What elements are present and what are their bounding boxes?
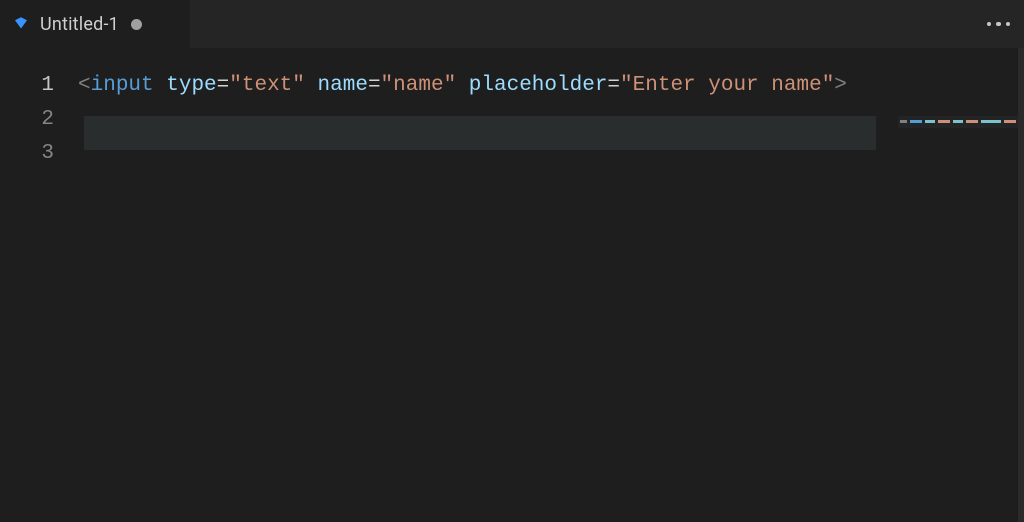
line-number: 2 [0, 103, 54, 137]
token-str: "name" [381, 74, 457, 97]
token-space [456, 74, 469, 97]
token-op: = [607, 74, 620, 97]
token-str: "text" [229, 74, 305, 97]
line-number-gutter: 1 2 3 [0, 48, 78, 522]
token-space [305, 74, 318, 97]
editor-tab[interactable]: Untitled-1 [0, 0, 190, 48]
vertical-scrollbar[interactable] [1018, 48, 1024, 522]
tab-overflow-button[interactable] [987, 0, 1011, 48]
token-tag: input [91, 74, 154, 97]
code-area[interactable]: <input type="text" name="name" placehold… [78, 48, 1024, 522]
line-number [0, 171, 54, 205]
token-attr: placeholder [469, 74, 608, 97]
token-attr: type [166, 74, 216, 97]
token-op: = [217, 74, 230, 97]
editor[interactable]: 1 2 3 <input type="text" name="name" pla… [0, 48, 1024, 522]
code-line: <input type="text" name="name" placehold… [78, 69, 874, 103]
line-number: 3 [0, 137, 54, 171]
token-space [154, 74, 167, 97]
token-punct: > [834, 74, 847, 97]
token-attr: name [318, 74, 368, 97]
token-str: "Enter your name" [620, 74, 834, 97]
tab-bar: Untitled-1 [0, 0, 1024, 48]
token-punct: < [78, 74, 91, 97]
tab-filename: Untitled-1 [40, 14, 119, 35]
token-op: = [368, 74, 381, 97]
file-type-icon [12, 15, 30, 33]
unsaved-indicator-icon [131, 19, 142, 30]
line-number: 1 [0, 69, 54, 103]
minimap[interactable] [898, 116, 1018, 128]
